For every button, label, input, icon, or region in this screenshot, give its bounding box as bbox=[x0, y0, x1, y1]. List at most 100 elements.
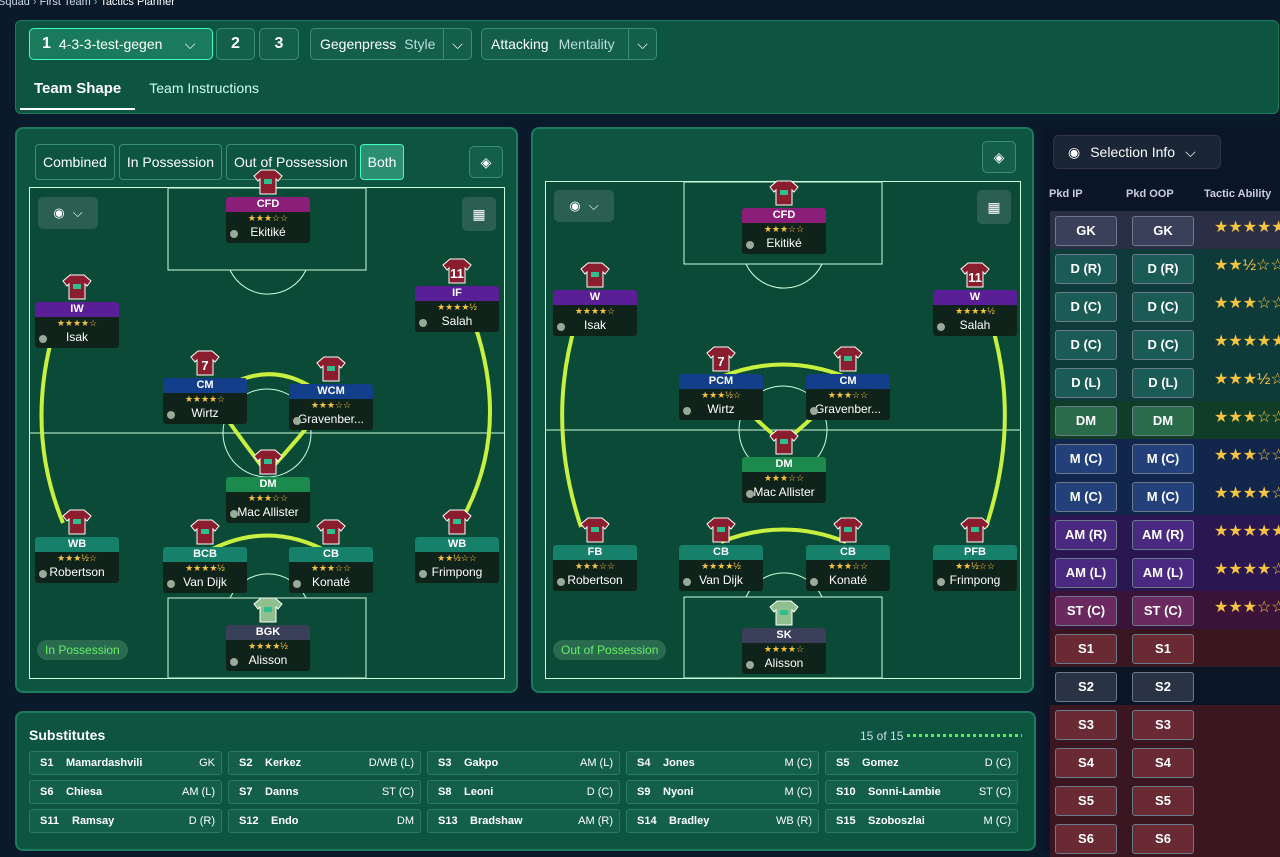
phase-in-possession-button[interactable]: In Possession bbox=[118, 144, 222, 180]
selection-info-dropdown[interactable]: ◉ Selection Info ⌵ bbox=[1053, 135, 1221, 169]
substitute-item[interactable]: S5 Gomez D (C) bbox=[825, 751, 1018, 775]
substitute-item[interactable]: S14 Bradley WB (R) bbox=[626, 809, 819, 833]
picked-oop-position[interactable]: ST (C) bbox=[1132, 596, 1194, 626]
picked-oop-position[interactable]: AM (R) bbox=[1132, 520, 1194, 550]
picked-ip-position[interactable]: S1 bbox=[1055, 634, 1117, 664]
player-card[interactable]: DM ★★★☆☆ Mac Allister bbox=[742, 457, 826, 503]
picked-ip-position[interactable]: D (C) bbox=[1055, 330, 1117, 360]
picked-oop-position[interactable]: M (C) bbox=[1132, 482, 1194, 512]
player-card[interactable]: W ★★★★☆ Isak bbox=[553, 290, 637, 336]
substitute-item[interactable]: S9 Nyoni M (C) bbox=[626, 780, 819, 804]
player-card[interactable]: BGK ★★★★½ Alisson bbox=[226, 625, 310, 671]
tactic-ability-stars: ★★½☆☆ bbox=[1214, 257, 1280, 274]
substitute-item[interactable]: S11 Ramsay D (R) bbox=[29, 809, 222, 833]
player-card[interactable]: CM ★★★☆☆ Gravenber... bbox=[806, 374, 890, 420]
substitute-item[interactable]: S13 Bradshaw AM (R) bbox=[427, 809, 620, 833]
phase-both-button[interactable]: Both bbox=[359, 144, 405, 180]
substitute-item[interactable]: S8 Leoni D (C) bbox=[427, 780, 620, 804]
player-card[interactable]: CB ★★★★½ Van Dijk bbox=[679, 545, 763, 591]
tab-team-instructions[interactable]: Team Instructions bbox=[135, 67, 273, 110]
substitute-item[interactable]: S10 Sonni-Lambie ST (C) bbox=[825, 780, 1018, 804]
substitute-item[interactable]: S3 Gakpo AM (L) bbox=[427, 751, 620, 775]
tab-team-shape[interactable]: Team Shape bbox=[20, 67, 136, 110]
player-card[interactable]: DM ★★★☆☆ Mac Allister bbox=[226, 477, 310, 523]
tactic-ability-stars: ★★★☆☆ bbox=[1214, 447, 1280, 464]
picked-oop-position[interactable]: S5 bbox=[1132, 786, 1194, 816]
picked-ip-position[interactable]: S4 bbox=[1055, 748, 1117, 778]
picked-oop-position[interactable]: S3 bbox=[1132, 710, 1194, 740]
player-role: WB bbox=[415, 537, 499, 552]
player-card[interactable]: FB ★★★☆☆ Robertson bbox=[553, 545, 637, 591]
player-card[interactable]: PCM ★★★½☆ Wirtz bbox=[679, 374, 763, 420]
player-card[interactable]: SK ★★★★☆ Alisson bbox=[742, 628, 826, 674]
player-card[interactable]: W ★★★★½ Salah bbox=[933, 290, 1017, 336]
picked-oop-position[interactable]: S6 bbox=[1132, 824, 1194, 854]
picked-oop-position[interactable]: M (C) bbox=[1132, 444, 1194, 474]
phase-combined-button[interactable]: Combined bbox=[35, 144, 115, 180]
shirt-icon bbox=[833, 517, 863, 543]
substitute-item[interactable]: S1 Mamardashvili GK bbox=[29, 751, 222, 775]
picked-ip-position[interactable]: AM (L) bbox=[1055, 558, 1117, 588]
tactic-slot-3[interactable]: 3 bbox=[259, 28, 299, 60]
player-card[interactable]: WB ★★½☆☆ Frimpong bbox=[415, 537, 499, 583]
player-card[interactable]: CB ★★★☆☆ Konaté bbox=[289, 547, 373, 593]
crumb-first-team[interactable]: First Team bbox=[40, 0, 91, 8]
player-card[interactable]: WB ★★★½☆ Robertson bbox=[35, 537, 119, 583]
picked-ip-position[interactable]: D (L) bbox=[1055, 368, 1117, 398]
picked-oop-position[interactable]: D (C) bbox=[1132, 292, 1194, 322]
picked-ip-position[interactable]: AM (R) bbox=[1055, 520, 1117, 550]
picked-ip-position[interactable]: S5 bbox=[1055, 786, 1117, 816]
player-card[interactable]: IW ★★★★☆ Isak bbox=[35, 302, 119, 348]
selection-info-label: Selection Info bbox=[1090, 144, 1176, 160]
substitute-item[interactable]: S12 Endo DM bbox=[228, 809, 421, 833]
picked-oop-position[interactable]: DM bbox=[1132, 406, 1194, 436]
substitute-item[interactable]: S4 Jones M (C) bbox=[626, 751, 819, 775]
player-card[interactable]: CFD ★★★☆☆ Ekitiké bbox=[226, 197, 310, 243]
picked-oop-position[interactable]: S2 bbox=[1132, 672, 1194, 702]
player-card[interactable]: CB ★★★☆☆ Konaté bbox=[806, 545, 890, 591]
tactic-selector[interactable]: 1 4-3-3-test-gegen ⌵ bbox=[29, 28, 213, 60]
tactic-ability-stars: ★★★★★ bbox=[1214, 523, 1280, 540]
picked-ip-position[interactable]: M (C) bbox=[1055, 444, 1117, 474]
selection-row: S4 S4 bbox=[1050, 743, 1280, 781]
visibility-toggle[interactable]: ◉ ⌵ bbox=[554, 190, 614, 222]
picked-ip-position[interactable]: M (C) bbox=[1055, 482, 1117, 512]
player-card[interactable]: WCM ★★★☆☆ Gravenber... bbox=[289, 384, 373, 430]
style-dropdown[interactable]: Gegenpress Style ⌵ bbox=[310, 28, 472, 60]
svg-text:11: 11 bbox=[450, 266, 464, 281]
picked-oop-position[interactable]: GK bbox=[1132, 216, 1194, 246]
picked-oop-position[interactable]: D (R) bbox=[1132, 254, 1194, 284]
grid-icon[interactable]: ▦ bbox=[977, 190, 1011, 224]
pitch-view-icon[interactable]: ◈ bbox=[469, 146, 503, 178]
picked-ip-position[interactable]: ST (C) bbox=[1055, 596, 1117, 626]
picked-ip-position[interactable]: DM bbox=[1055, 406, 1117, 436]
player-card[interactable]: CM ★★★★☆ Wirtz bbox=[163, 378, 247, 424]
picked-oop-position[interactable]: D (L) bbox=[1132, 368, 1194, 398]
picked-ip-position[interactable]: S3 bbox=[1055, 710, 1117, 740]
picked-oop-position[interactable]: S4 bbox=[1132, 748, 1194, 778]
player-card[interactable]: IF ★★★★½ Salah bbox=[415, 286, 499, 332]
player-name: Wirtz bbox=[707, 402, 735, 416]
picked-oop-position[interactable]: D (C) bbox=[1132, 330, 1194, 360]
grid-icon[interactable]: ▦ bbox=[462, 197, 496, 231]
substitute-item[interactable]: S15 Szoboszlai M (C) bbox=[825, 809, 1018, 833]
player-card[interactable]: CFD ★★★☆☆ Ekitiké bbox=[742, 208, 826, 254]
phase-out-of-possession-button[interactable]: Out of Possession bbox=[226, 144, 356, 180]
crumb-squad[interactable]: Squad bbox=[0, 0, 30, 8]
mentality-dropdown[interactable]: Attacking Mentality ⌵ bbox=[481, 28, 657, 60]
picked-ip-position[interactable]: S2 bbox=[1055, 672, 1117, 702]
picked-ip-position[interactable]: D (C) bbox=[1055, 292, 1117, 322]
pitch-view-icon[interactable]: ◈ bbox=[982, 141, 1016, 173]
substitute-item[interactable]: S7 Danns ST (C) bbox=[228, 780, 421, 804]
picked-ip-position[interactable]: D (R) bbox=[1055, 254, 1117, 284]
player-card[interactable]: BCB ★★★★½ Van Dijk bbox=[163, 547, 247, 593]
picked-ip-position[interactable]: S6 bbox=[1055, 824, 1117, 854]
substitute-item[interactable]: S6 Chiesa AM (L) bbox=[29, 780, 222, 804]
player-card[interactable]: PFB ★★½☆☆ Frimpong bbox=[933, 545, 1017, 591]
picked-oop-position[interactable]: AM (L) bbox=[1132, 558, 1194, 588]
picked-oop-position[interactable]: S1 bbox=[1132, 634, 1194, 664]
visibility-toggle[interactable]: ◉ ⌵ bbox=[38, 197, 98, 229]
picked-ip-position[interactable]: GK bbox=[1055, 216, 1117, 246]
tactic-slot-2[interactable]: 2 bbox=[216, 28, 255, 60]
substitute-item[interactable]: S2 Kerkez D/WB (L) bbox=[228, 751, 421, 775]
